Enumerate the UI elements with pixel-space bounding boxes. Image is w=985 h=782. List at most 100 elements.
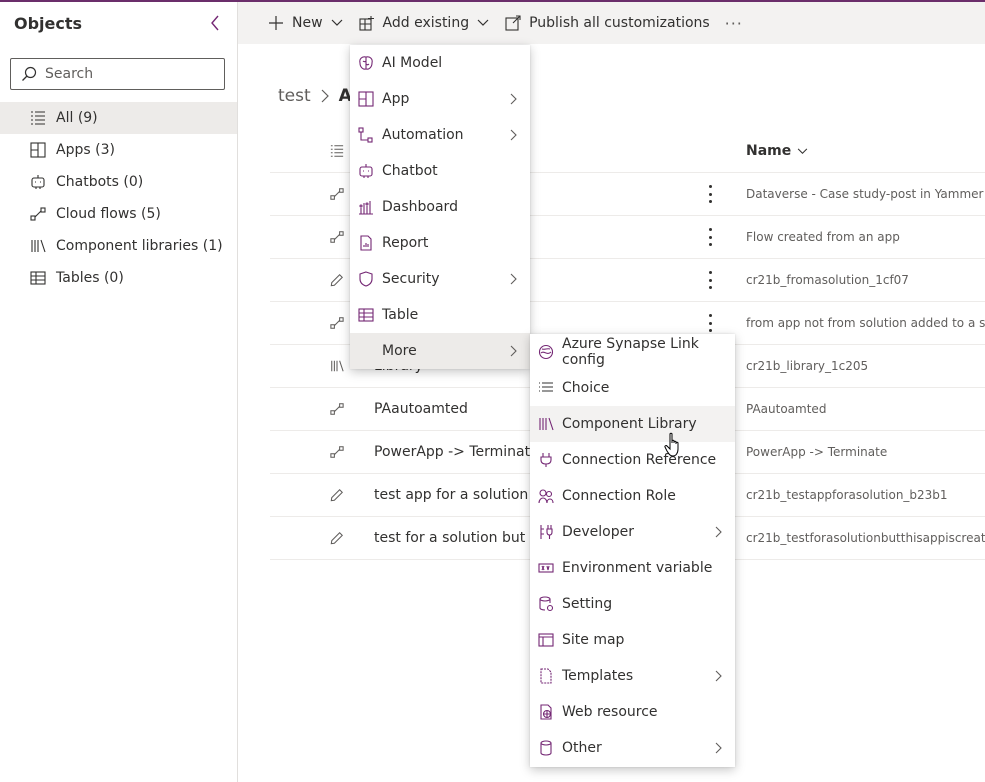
publish-icon [505, 15, 521, 31]
table-icon [30, 270, 46, 286]
row-display-name[interactable]: test app for a solution [374, 487, 528, 503]
plug-icon [538, 452, 554, 468]
row-display-name[interactable]: test for a solution but this [374, 530, 555, 546]
pencil-icon [330, 488, 344, 502]
menu-item-label: Web resource [562, 704, 658, 720]
search-box[interactable] [10, 58, 225, 90]
menu-item-label: Component Library [562, 416, 697, 432]
row-display-name[interactable]: PowerApp -> Terminate [374, 444, 539, 460]
nav-item-chatbots[interactable]: Chatbots (0) [0, 166, 237, 198]
nav-label: All [56, 110, 74, 126]
nav-count: (3) [95, 142, 115, 158]
more-actions-icon[interactable] [704, 271, 716, 289]
add-existing-label: Add existing [382, 15, 470, 31]
menu-item-automation[interactable]: Automation [350, 117, 530, 153]
menu-item-app[interactable]: App [350, 81, 530, 117]
list-icon [330, 144, 344, 162]
chevron-left-icon [211, 15, 219, 31]
menu-item-component-library[interactable]: Component Library [530, 406, 735, 442]
row-name: PowerApp -> Terminate [746, 445, 888, 459]
new-label: New [292, 15, 323, 31]
menu-item-label: Azure Synapse Link config [562, 336, 699, 368]
apps-icon [30, 142, 46, 158]
table-icon [358, 307, 374, 323]
menu-item-security[interactable]: Security [350, 261, 530, 297]
row-display-name[interactable]: PAautoamted [374, 401, 468, 417]
breadcrumb-parent[interactable]: test [278, 86, 311, 106]
flow-icon [330, 402, 344, 416]
menu-item-environment-variable[interactable]: Environment variable [530, 550, 735, 586]
menu-item-templates[interactable]: Templates [530, 658, 735, 694]
row-name: from app not from solution added to a so… [746, 316, 985, 330]
setting-icon [538, 596, 554, 612]
object-type-list: All (9) Apps (3) Chatbots (0) Cloud flow… [0, 102, 237, 294]
menu-item-web-resource[interactable]: Web resource [530, 694, 735, 730]
menu-item-connection-role[interactable]: Connection Role [530, 478, 735, 514]
synapse-icon [538, 344, 554, 360]
menu-item-table[interactable]: Table [350, 297, 530, 333]
menu-item-label: More [382, 343, 417, 359]
search-input[interactable] [45, 66, 215, 82]
add-existing-button[interactable]: Add existing [351, 2, 498, 44]
nav-label: Apps [56, 142, 91, 158]
automation-icon [358, 127, 374, 143]
menu-item-report[interactable]: Report [350, 225, 530, 261]
nav-item-tables[interactable]: Tables (0) [0, 262, 237, 294]
dashboard-icon [358, 199, 374, 215]
variable-icon [538, 560, 554, 576]
menu-item-connection-reference[interactable]: Connection Reference [530, 442, 735, 478]
menu-item-label: Environment variable [562, 560, 713, 576]
breadcrumb: test Al [278, 86, 358, 106]
report-icon [358, 235, 374, 251]
command-bar: New Add existing Publish all customizati… [238, 2, 985, 44]
flow-icon [330, 445, 344, 459]
more-commands-button[interactable]: ··· [718, 2, 750, 44]
web-resource-icon [538, 704, 554, 720]
people-icon [538, 488, 554, 504]
shield-icon [358, 271, 374, 287]
more-actions-icon[interactable] [704, 228, 716, 246]
nav-item-all[interactable]: All (9) [0, 102, 237, 134]
nav-count: (0) [123, 174, 144, 190]
chevron-right-icon [715, 742, 725, 754]
flow-icon [330, 230, 344, 244]
menu-item-setting[interactable]: Setting [530, 586, 735, 622]
menu-item-azure-synapse-link-config[interactable]: Azure Synapse Link config [530, 334, 735, 370]
pencil-icon [330, 273, 344, 287]
menu-item-ai-model[interactable]: AI Model [350, 45, 530, 81]
nav-label: Cloud flows [56, 206, 137, 222]
flow-icon [330, 316, 344, 330]
menu-item-developer[interactable]: Developer [530, 514, 735, 550]
new-button[interactable]: New [260, 2, 351, 44]
nav-item-apps[interactable]: Apps (3) [0, 134, 237, 166]
publish-all-button[interactable]: Publish all customizations [497, 2, 718, 44]
menu-item-label: Other [562, 740, 602, 756]
plus-icon [268, 15, 284, 31]
nav-label: Component libraries [56, 238, 199, 254]
nav-label: Chatbots [56, 174, 119, 190]
name-header-label: Name [746, 143, 792, 159]
menu-item-other[interactable]: Other [530, 730, 735, 766]
menu-item-choice[interactable]: Choice [530, 370, 735, 406]
menu-item-label: AI Model [382, 55, 443, 71]
collapse-panel-button[interactable] [204, 12, 226, 34]
database-icon [538, 740, 554, 756]
add-existing-menu: AI Model App Automation Chatbot Dashboar… [350, 45, 530, 369]
chevron-right-icon [510, 93, 520, 105]
menu-item-site-map[interactable]: Site map [530, 622, 735, 658]
ai-model-icon [358, 55, 374, 71]
more-actions-icon[interactable] [704, 185, 716, 203]
hand-cursor-icon [664, 432, 679, 457]
nav-count: (1) [202, 238, 223, 254]
menu-item-more[interactable]: More [350, 333, 530, 369]
name-column-header[interactable]: Name [746, 143, 808, 159]
menu-item-label: App [382, 91, 410, 107]
menu-item-dashboard[interactable]: Dashboard [350, 189, 530, 225]
more-actions-icon[interactable] [704, 314, 716, 332]
menu-item-chatbot[interactable]: Chatbot [350, 153, 530, 189]
app-icon [358, 91, 374, 107]
nav-item-cloud-flows[interactable]: Cloud flows (5) [0, 198, 237, 230]
panel-title: Objects [14, 14, 83, 33]
chevron-down-icon [477, 17, 489, 29]
nav-item-component-libraries[interactable]: Component libraries (1) [0, 230, 237, 262]
